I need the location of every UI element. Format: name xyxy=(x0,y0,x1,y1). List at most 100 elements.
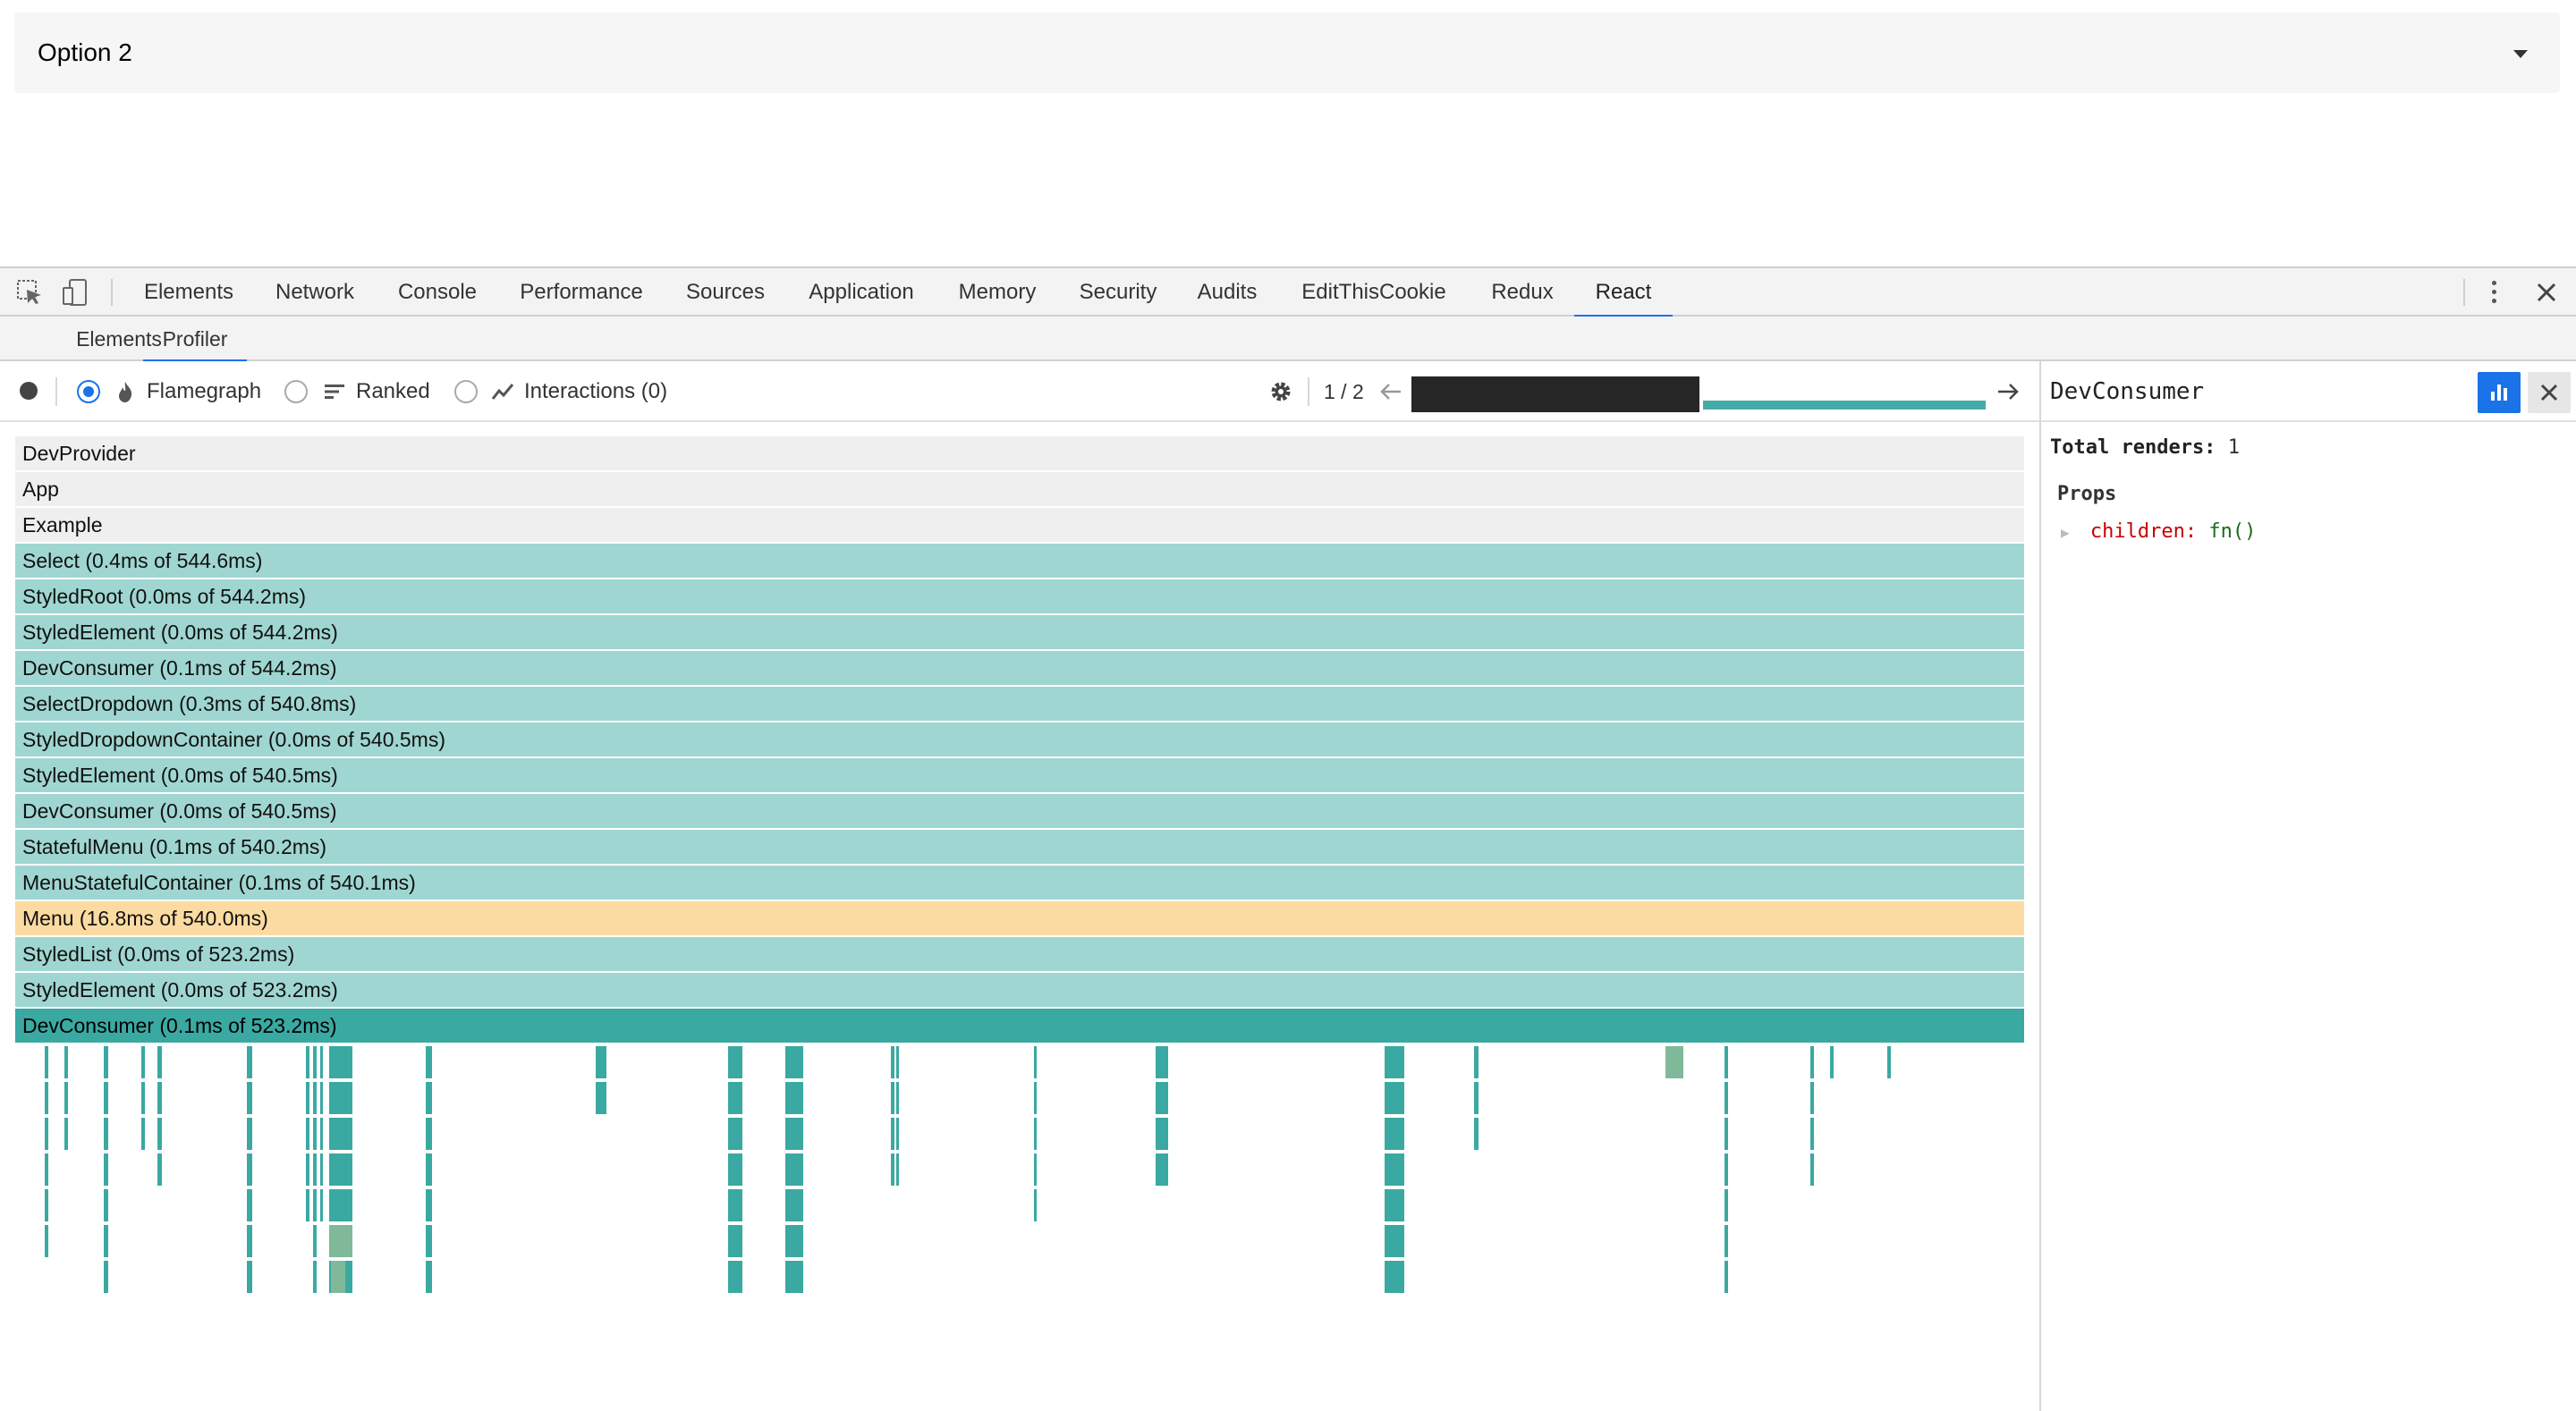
device-toolbar-icon[interactable] xyxy=(61,277,91,308)
flamegraph-child-bar[interactable] xyxy=(306,1153,309,1186)
record-button[interactable] xyxy=(20,382,38,400)
flamegraph-child-bar[interactable] xyxy=(1385,1118,1404,1150)
flamegraph-child-bar[interactable] xyxy=(785,1082,803,1114)
close-details-button[interactable] xyxy=(2528,372,2571,413)
prop-row[interactable]: ▶ children: fn() xyxy=(2061,520,2256,543)
flamegraph-child-bar[interactable] xyxy=(1474,1082,1479,1114)
flamegraph-child-bar[interactable] xyxy=(320,1189,323,1221)
flamegraph-child-bar[interactable] xyxy=(320,1082,323,1114)
tab-network[interactable]: Network xyxy=(261,268,369,317)
interactions-radio[interactable] xyxy=(454,380,478,403)
flamegraph-child-bar[interactable] xyxy=(785,1225,803,1257)
flamegraph-child-bar[interactable] xyxy=(313,1082,317,1114)
flamegraph-child-bar[interactable] xyxy=(104,1046,108,1078)
flamegraph-child-bar[interactable] xyxy=(313,1118,317,1150)
flamegraph-child-bar[interactable] xyxy=(426,1189,432,1221)
flamegraph-child-bar[interactable] xyxy=(896,1118,899,1150)
tab-performance[interactable]: Performance xyxy=(508,268,655,317)
flamegraph-child-bar[interactable] xyxy=(313,1153,317,1186)
flamegraph-child-bar[interactable] xyxy=(1034,1153,1037,1186)
flamegraph-child-bar[interactable] xyxy=(141,1118,145,1150)
commit-bar[interactable] xyxy=(1703,401,1986,410)
flamegraph-child-bar[interactable] xyxy=(785,1189,803,1221)
flamegraph-row[interactable]: StyledDropdownContainer (0.0ms of 540.5m… xyxy=(15,722,2024,756)
flamegraph-child-bar[interactable] xyxy=(1385,1225,1404,1257)
flamegraph-child-bar[interactable] xyxy=(728,1153,742,1186)
flamegraph-child-bar[interactable] xyxy=(45,1118,48,1150)
flamegraph-child-bar[interactable] xyxy=(896,1153,899,1186)
flamegraph-child-bar[interactable] xyxy=(785,1046,803,1078)
flamegraph-child-bar[interactable] xyxy=(896,1046,899,1078)
ranked-radio[interactable] xyxy=(284,380,308,403)
flamegraph-row[interactable]: Menu (16.8ms of 540.0ms) xyxy=(15,901,2024,935)
flamegraph-child-bar[interactable] xyxy=(141,1082,145,1114)
flamegraph-child-bar[interactable] xyxy=(1385,1261,1404,1293)
flamegraph-child-bar[interactable] xyxy=(426,1261,432,1293)
flamegraph-child-bar[interactable] xyxy=(1156,1046,1168,1078)
flamegraph-child-bar[interactable] xyxy=(728,1261,742,1293)
flamegraph-row[interactable]: StyledRoot (0.0ms of 544.2ms) xyxy=(15,579,2024,613)
flamegraph-child-bar[interactable] xyxy=(1724,1261,1728,1293)
inspect-element-icon[interactable] xyxy=(14,277,45,308)
flamegraph-child-bar[interactable] xyxy=(728,1046,742,1078)
flamegraph-child-bar[interactable] xyxy=(306,1118,309,1150)
option-select[interactable]: Option 2 xyxy=(14,13,2560,93)
flamegraph-child-bar[interactable] xyxy=(313,1261,317,1293)
flamegraph-child-bar[interactable] xyxy=(1385,1046,1404,1078)
flamegraph-child-bar[interactable] xyxy=(426,1082,432,1114)
flamegraph-child-bar[interactable] xyxy=(1724,1118,1728,1150)
flamegraph-child-bar[interactable] xyxy=(728,1082,742,1114)
flamegraph-row[interactable]: MenuStatefulContainer (0.1ms of 540.1ms) xyxy=(15,866,2024,900)
flamegraph-child-bar[interactable] xyxy=(157,1153,162,1186)
chart-button[interactable] xyxy=(2478,372,2521,413)
flamegraph-child-bar[interactable] xyxy=(64,1046,68,1078)
flamegraph-child-bar[interactable] xyxy=(1034,1189,1037,1221)
flamegraph-child-bar[interactable] xyxy=(306,1082,309,1114)
flamegraph-child-bar[interactable] xyxy=(596,1046,606,1078)
flamegraph-child-bar[interactable] xyxy=(1385,1082,1404,1114)
tab-elements[interactable]: Elements xyxy=(132,268,245,317)
more-options-icon[interactable] xyxy=(2490,281,2497,306)
flamegraph-child-bar[interactable] xyxy=(1810,1153,1814,1186)
flamegraph-row[interactable]: Example xyxy=(15,508,2024,542)
flamegraph-child-bar[interactable] xyxy=(1830,1046,1834,1078)
flamegraph-child-bar[interactable] xyxy=(891,1046,894,1078)
flamegraph-child-bar[interactable] xyxy=(64,1082,68,1114)
flamegraph-child-bar[interactable] xyxy=(104,1082,108,1114)
flamegraph-child-bar[interactable] xyxy=(596,1082,606,1114)
flamegraph-child-bar[interactable] xyxy=(1385,1153,1404,1186)
flamegraph-child-bar[interactable] xyxy=(426,1153,432,1186)
flamegraph-row[interactable]: StatefulMenu (0.1ms of 540.2ms) xyxy=(15,830,2024,864)
tab-console[interactable]: Console xyxy=(385,268,490,317)
flamegraph-child-bar-dim[interactable] xyxy=(1665,1046,1683,1078)
flamegraph-child-bar[interactable] xyxy=(1724,1189,1728,1221)
flamegraph-child-bar[interactable] xyxy=(329,1082,352,1114)
flamegraph-child-bar[interactable] xyxy=(45,1046,48,1078)
flamegraph-child-bar[interactable] xyxy=(1034,1118,1037,1150)
flamegraph-child-bar[interactable] xyxy=(1724,1153,1728,1186)
flamegraph-child-bar[interactable] xyxy=(247,1225,252,1257)
flamegraph-child-bar[interactable] xyxy=(891,1153,894,1186)
flamegraph-child-bar[interactable] xyxy=(329,1118,352,1150)
flamegraph-child-bar[interactable] xyxy=(1810,1046,1814,1078)
flamegraph-child-bar[interactable] xyxy=(1887,1046,1891,1078)
tab-sources[interactable]: Sources xyxy=(673,268,778,317)
flamegraph-child-bar[interactable] xyxy=(247,1189,252,1221)
flamegraph-child-bar[interactable] xyxy=(313,1189,317,1221)
flamegraph-child-bar[interactable] xyxy=(45,1082,48,1114)
flamegraph-child-bar[interactable] xyxy=(45,1225,48,1257)
flamegraph-label[interactable]: Flamegraph xyxy=(147,361,261,422)
flamegraph-child-bar[interactable] xyxy=(320,1118,323,1150)
flamegraph-child-bar[interactable] xyxy=(896,1082,899,1114)
flamegraph-child-bar[interactable] xyxy=(320,1153,323,1186)
flamegraph-child-bar[interactable] xyxy=(785,1118,803,1150)
flamegraph-row[interactable]: StyledElement (0.0ms of 540.5ms) xyxy=(15,758,2024,792)
flamegraph-child-bar[interactable] xyxy=(1810,1118,1814,1150)
ranked-label[interactable]: Ranked xyxy=(356,361,430,422)
flamegraph-child-bar[interactable] xyxy=(1474,1046,1479,1078)
flamegraph-child-bar[interactable] xyxy=(426,1118,432,1150)
tab-memory[interactable]: Memory xyxy=(945,268,1050,317)
arrow-right-icon[interactable] xyxy=(1996,381,2020,402)
flamegraph-child-bar[interactable] xyxy=(247,1046,252,1078)
flamegraph-child-bar[interactable] xyxy=(313,1225,317,1257)
